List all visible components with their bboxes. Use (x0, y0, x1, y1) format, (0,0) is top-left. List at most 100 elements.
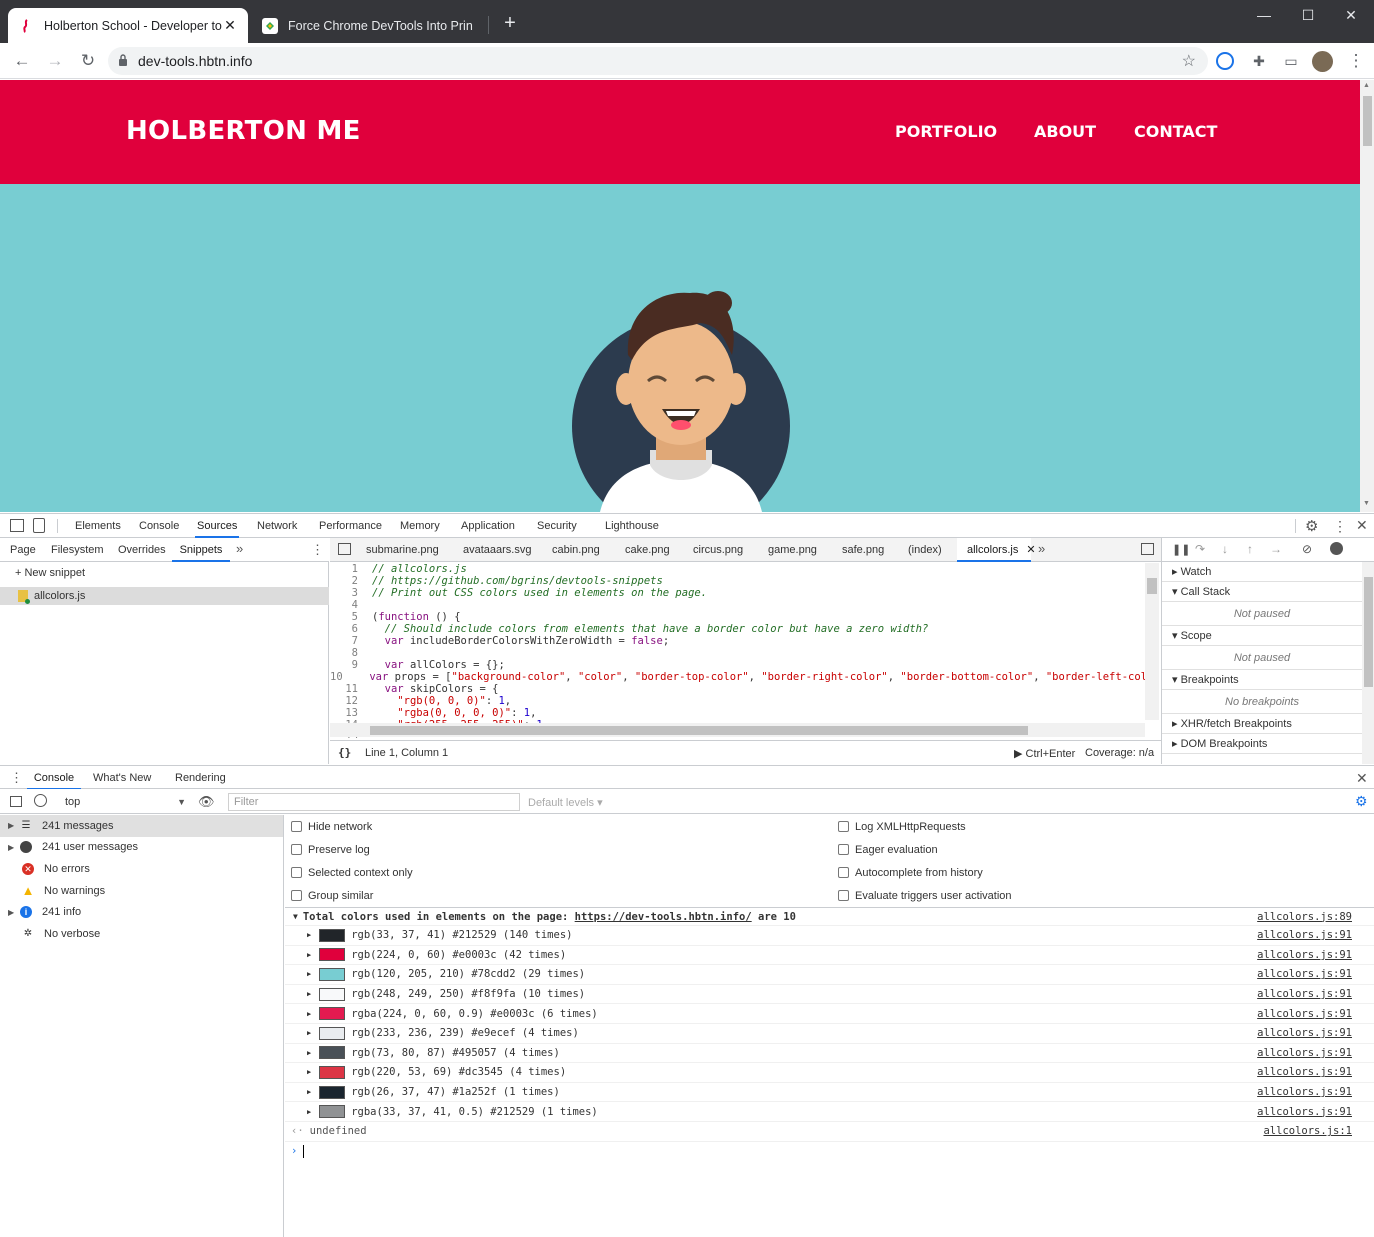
forward-icon[interactable]: → (43, 49, 67, 73)
close-window-icon[interactable]: ✕ (1328, 0, 1374, 30)
page-scrollbar-thumb[interactable] (1363, 96, 1372, 146)
close-tab-icon[interactable]: ✕ (222, 17, 238, 34)
minimize-icon[interactable]: — (1241, 0, 1287, 30)
devtools-close-icon[interactable]: ✕ (1356, 517, 1368, 534)
sidebar-warnings[interactable]: ▲ No warnings (0, 880, 283, 902)
editor-tab[interactable]: cabin.png (550, 538, 602, 562)
drawer-tab-whats-new[interactable]: What's New (91, 766, 153, 790)
nav-contact[interactable]: CONTACT (1134, 122, 1217, 141)
toggle-navigator-icon[interactable] (338, 543, 351, 555)
breakpoints-section[interactable]: ▾ Breakpoints (1162, 670, 1362, 690)
device-toolbar-icon[interactable] (33, 518, 45, 533)
editor-tab[interactable]: (index) (906, 538, 944, 562)
debugger-scrollbar[interactable] (1362, 562, 1374, 764)
site-brand[interactable]: HOLBERTON ME (126, 116, 361, 146)
selected-context-checkbox[interactable]: Selected context only (291, 861, 413, 884)
sidebar-messages[interactable]: ▶ ☰ 241 messages (0, 815, 283, 837)
run-snippet-button[interactable]: ▶ Ctrl+Enter (1014, 747, 1075, 760)
log-source-link[interactable]: allcolors.js:1 (1263, 1125, 1352, 1137)
xhr-breakpoints-section[interactable]: ▸ XHR/fetch Breakpoints (1162, 714, 1362, 734)
tab-lighthouse[interactable]: Lighthouse (603, 514, 661, 538)
hide-network-checkbox[interactable]: Hide network (291, 815, 413, 838)
log-levels-dropdown[interactable]: Default levels ▾ (528, 796, 603, 809)
tab-network[interactable]: Network (255, 514, 299, 538)
more-tabs-icon[interactable]: » (1038, 541, 1045, 556)
sidebar-errors[interactable]: ✕ No errors (0, 858, 283, 880)
devtools-menu-icon[interactable]: ⋮ (1333, 518, 1347, 535)
chrome-menu-icon[interactable]: ⋮ (1344, 49, 1368, 73)
live-expression-eye-icon[interactable]: 👁 (198, 794, 215, 810)
bookmark-star-icon[interactable]: ☆ (1182, 51, 1196, 71)
nav-portfolio[interactable]: PORTFOLIO (895, 122, 997, 141)
log-color-row[interactable]: ▶ rgba(224, 0, 60, 0.9) #e0003c (6 times)… (285, 1004, 1374, 1024)
sidebar-user-messages[interactable]: ▶ 241 user messages (0, 837, 283, 859)
scope-section[interactable]: ▾ Scope (1162, 626, 1362, 646)
log-source-link[interactable]: allcolors.js:91 (1257, 968, 1352, 980)
log-source-link[interactable]: allcolors.js:91 (1257, 1008, 1352, 1020)
log-color-row[interactable]: ▶ rgb(33, 37, 41) #212529 (140 times) allc… (285, 926, 1374, 946)
log-xhr-checkbox[interactable]: Log XMLHttpRequests (838, 815, 1012, 838)
editor-tab[interactable]: safe.png (840, 538, 886, 562)
drawer-menu-icon[interactable]: ⋮ (10, 770, 23, 786)
toggle-debugger-icon[interactable] (1141, 543, 1154, 555)
step-over-icon[interactable]: ↷ (1195, 542, 1205, 556)
call-stack-section[interactable]: ▾ Call Stack (1162, 582, 1362, 602)
browser-tab[interactable]: Force Chrome DevTools Into Prin (252, 8, 488, 43)
log-source-link[interactable]: allcolors.js:91 (1257, 949, 1352, 961)
more-tabs-icon[interactable]: » (236, 541, 243, 556)
nav-about[interactable]: ABOUT (1034, 122, 1096, 141)
snippet-item[interactable]: allcolors.js (0, 587, 329, 605)
page-link[interactable]: https://dev-tools.hbtn.info/ (575, 911, 752, 923)
log-color-row[interactable]: ▶ rgb(248, 249, 250) #f8f9fa (10 times) al… (285, 985, 1374, 1005)
console-filter-input[interactable]: Filter (228, 793, 520, 811)
devtools-settings-icon[interactable]: ⚙ (1305, 517, 1318, 535)
editor-tab[interactable]: cake.png (623, 538, 672, 562)
editor-hscrollbar[interactable] (330, 723, 1145, 737)
log-source-link[interactable]: allcolors.js:91 (1257, 1066, 1352, 1078)
autocomplete-history-checkbox[interactable]: Autocomplete from history (838, 861, 1012, 884)
browser-tab-active[interactable]: Holberton School - Developer to ✕ (8, 8, 248, 43)
log-color-row[interactable]: ▶ rgb(120, 205, 210) #78cdd2 (29 times) al… (285, 965, 1374, 985)
nav-tab-filesystem[interactable]: Filesystem (49, 538, 106, 562)
console-prompt[interactable]: › (285, 1142, 1374, 1162)
step-out-icon[interactable]: ↑ (1247, 542, 1253, 556)
tab-console[interactable]: Console (137, 514, 181, 538)
watch-section[interactable]: ▸ Watch (1162, 562, 1362, 582)
editor-tab[interactable]: game.png (766, 538, 819, 562)
editor-tab[interactable]: avataaars.svg (461, 538, 533, 562)
puzzle-extensions-icon[interactable]: ✚ (1247, 49, 1271, 73)
log-color-row[interactable]: ▶ rgb(73, 80, 87) #495057 (4 times) allcol… (285, 1044, 1374, 1064)
log-color-row[interactable]: ▶ rgba(33, 37, 41, 0.5) #212529 (1 times)… (285, 1102, 1374, 1122)
tab-application[interactable]: Application (459, 514, 517, 538)
drawer-tab-rendering[interactable]: Rendering (173, 766, 228, 790)
pause-icon[interactable]: ❚❚ (1172, 543, 1190, 556)
scroll-down-icon[interactable]: ▼ (1363, 500, 1370, 507)
page-scrollbar[interactable]: ▲ ▼ (1360, 80, 1374, 512)
new-snippet-button[interactable]: + New snippet (15, 567, 85, 579)
log-color-row[interactable]: ▶ rgb(224, 0, 60) #e0003c (42 times) allco… (285, 946, 1374, 966)
editor-tab-active[interactable]: allcolors.js ✕ (957, 538, 1036, 562)
back-icon[interactable]: ← (10, 49, 34, 73)
log-color-row[interactable]: ▶ rgb(26, 37, 47) #1a252f (1 times) allcol… (285, 1083, 1374, 1103)
nav-tab-page[interactable]: Page (8, 538, 38, 562)
log-source-link[interactable]: allcolors.js:91 (1257, 1086, 1352, 1098)
editor-tab[interactable]: circus.png (691, 538, 745, 562)
log-source-link[interactable]: allcolors.js:91 (1257, 929, 1352, 941)
code-editor[interactable]: 1 // allcolors.js 2 // https://github.com/b… (330, 563, 1145, 738)
log-source-link[interactable]: allcolors.js:91 (1257, 1027, 1352, 1039)
log-source-link[interactable]: allcolors.js:91 (1257, 988, 1352, 1000)
deactivate-breakpoints-icon[interactable]: ⊘ (1302, 542, 1312, 556)
inspect-element-icon[interactable] (10, 519, 24, 532)
clear-console-icon[interactable] (34, 794, 47, 807)
console-sidebar-toggle-icon[interactable] (10, 796, 22, 807)
evaluate-triggers-checkbox[interactable]: Evaluate triggers user activation (838, 884, 1012, 907)
sidebar-info[interactable]: ▶ i 241 info (0, 901, 283, 923)
log-source-link[interactable]: allcolors.js:89 (1257, 911, 1352, 923)
log-source-link[interactable]: allcolors.js:91 (1257, 1047, 1352, 1059)
tab-sources[interactable]: Sources (195, 514, 239, 538)
close-file-icon[interactable]: ✕ (1026, 544, 1035, 556)
cast-icon[interactable]: ▭ (1279, 49, 1303, 73)
tab-performance[interactable]: Performance (317, 514, 384, 538)
step-icon[interactable]: → (1270, 542, 1282, 556)
drawer-close-icon[interactable]: ✕ (1356, 770, 1368, 787)
